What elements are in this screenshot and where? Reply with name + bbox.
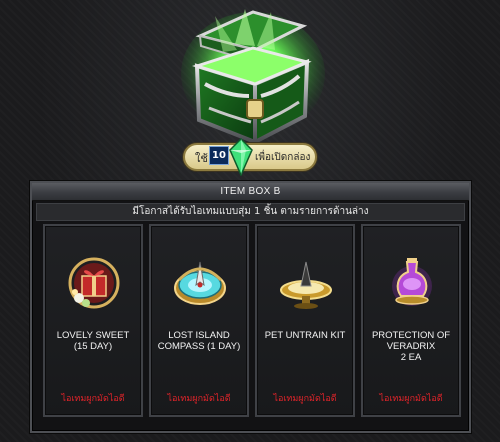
item-name: PET UNTRAIN KIT	[264, 330, 346, 341]
compass-icon	[174, 261, 226, 305]
item-name: LOVELY SWEET (15 DAY)	[56, 330, 130, 352]
item-bound-tag: ไอเทมผูกมัดไอดี	[273, 394, 337, 404]
cost-suffix: เพื่อเปิดกล่อง	[255, 152, 311, 163]
cost-prefix: ใช้	[195, 152, 208, 165]
item-bound-tag: ไอเทมผูกมัดไอดี	[379, 394, 443, 404]
item-name: PROTECTION OF VERADRIX 2 EA	[371, 330, 451, 363]
panel-title: ITEM BOX B	[220, 186, 281, 197]
potion-bottle-icon	[392, 258, 432, 306]
cost-amount: 10	[209, 146, 229, 165]
item-bound-tag: ไอเทมผูกมัดไอดี	[167, 394, 231, 404]
item-card-lovely-sweet[interactable]: LOVELY SWEET (15 DAY) ไอเทมผูกมัดไอดี	[43, 224, 143, 417]
item-card-protection-of-veradrix[interactable]: PROTECTION OF VERADRIX 2 EA ไอเทมผูกมัดไ…	[361, 224, 461, 417]
pet-kit-icon	[280, 261, 332, 309]
item-card-lost-island-compass[interactable]: LOST ISLAND COMPASS (1 DAY) ไอเทมผูกมัดไ…	[149, 224, 249, 417]
item-bound-tag: ไอเทมผูกมัดไอดี	[61, 394, 125, 404]
gift-box-heart-icon	[68, 257, 120, 309]
item-list: LOVELY SWEET (15 DAY) ไอเทมผูกมัดไอดี LO…	[40, 224, 461, 422]
green-crystal-icon	[229, 138, 253, 176]
item-card-pet-untrain-kit[interactable]: PET UNTRAIN KIT ไอเทมผูกมัดไอดี	[255, 224, 355, 417]
panel-description: มีโอกาสได้รับไอเทมแบบสุ่ม 1 ชิ้น ตามรายก…	[132, 206, 369, 217]
item-name: LOST ISLAND COMPASS (1 DAY)	[157, 330, 241, 352]
green-treasure-chest-icon	[181, 9, 325, 146]
